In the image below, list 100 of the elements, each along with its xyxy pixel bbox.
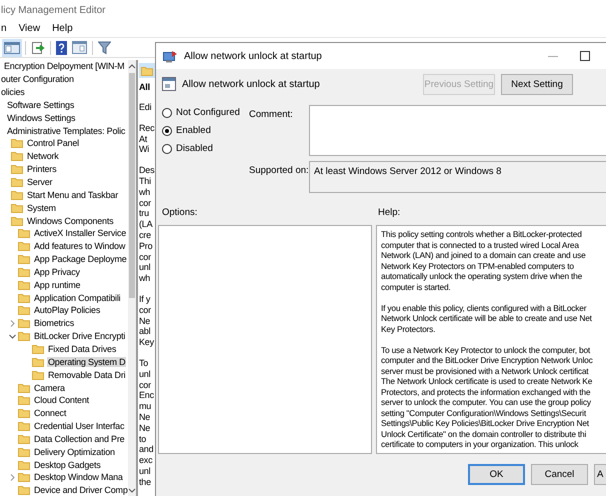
help-text: To use a Network Key Protector to unlock the computer, bot computer and the BitLocker Drive Encryption Network Unloc server must be provisioned with a Network Unlock certificat The Network Unlock certificate is used to create Network Ke Protectors, and protects the information exchanged with the server to unlock the computer. You can use the group policy setting "Computer Configuration\Windows Settings\Securit Settings\Public Key Policies\BitLocker Drive Encryption Net Unlock Certificate" on the domain controller to distribute thi certificate to computers in your organization. This unlock bbox=[381, 344, 594, 450]
tree-item[interactable]: Desktop Window Mana bbox=[0, 471, 124, 484]
folder-icon bbox=[18, 460, 30, 470]
console-tree-icon[interactable] bbox=[4, 40, 20, 54]
tree-item[interactable]: BitLocker Drive Encrypti bbox=[0, 330, 126, 343]
folder-icon bbox=[18, 228, 30, 238]
menu-item[interactable]: n bbox=[1, 23, 7, 34]
folder-icon bbox=[11, 164, 23, 174]
description-text: Des Thi wh cor tru (LA cre Pro cor unl wh bbox=[139, 165, 156, 284]
tree-item[interactable]: outer Configuration bbox=[0, 72, 75, 86]
dialog-button[interactable]: A bbox=[594, 464, 606, 485]
folder-icon bbox=[18, 280, 30, 290]
folder-icon bbox=[18, 408, 30, 418]
tree-item[interactable]: Printers bbox=[0, 162, 58, 176]
setting-icon bbox=[162, 77, 176, 91]
tree-item[interactable]: Software Settings bbox=[0, 98, 76, 112]
tree-item[interactable]: Administrative Templates: Polic bbox=[0, 124, 126, 138]
supported-label: Supported on: bbox=[249, 164, 309, 178]
tree-item[interactable]: System bbox=[0, 201, 57, 214]
dialog-button[interactable]: OK bbox=[468, 464, 525, 485]
window-title: licy Management Editor bbox=[0, 4, 106, 18]
policy-icon bbox=[163, 50, 178, 62]
tree-item[interactable]: Credential User Interfac bbox=[0, 420, 126, 432]
tree-item[interactable]: App Privacy bbox=[0, 266, 81, 278]
setting-name: Allow network unlock at startup bbox=[182, 78, 320, 90]
scrollbar[interactable] bbox=[128, 60, 136, 496]
dialog-button[interactable]: Cancel bbox=[531, 464, 588, 485]
nav-button[interactable]: Next Setting bbox=[501, 74, 573, 94]
folder-icon bbox=[18, 395, 30, 406]
folder-icon bbox=[11, 202, 23, 213]
tree-item[interactable]: Application Compatibili bbox=[0, 291, 122, 304]
folder-icon bbox=[11, 216, 23, 226]
description-text: To unl cor Enc mu Ne Ne to and exc unl the bbox=[139, 358, 155, 488]
folder-icon bbox=[32, 370, 44, 380]
folder-icon bbox=[18, 382, 30, 393]
tree-item[interactable]: Server bbox=[0, 176, 54, 188]
tree-item[interactable]: Cloud Content bbox=[0, 394, 90, 407]
tree-item[interactable]: Camera bbox=[0, 381, 66, 394]
export-icon[interactable] bbox=[31, 40, 45, 54]
tree-item[interactable]: Windows Settings bbox=[0, 111, 76, 124]
tree-item[interactable]: Network bbox=[0, 150, 60, 163]
comment-label: Comment: bbox=[249, 108, 294, 122]
tree-item[interactable]: olicies bbox=[0, 86, 26, 99]
chevron-icon[interactable] bbox=[9, 332, 16, 340]
scroll-up-icon[interactable] bbox=[128, 63, 136, 69]
radio-button[interactable] bbox=[162, 144, 172, 154]
tree-item[interactable]: Device and Driver Comp bbox=[0, 484, 128, 496]
maximize-icon[interactable] bbox=[580, 51, 590, 61]
folder-icon bbox=[18, 472, 30, 482]
tree-item[interactable]: Desktop Gadgets bbox=[0, 458, 102, 471]
help-text: If you enable this policy, clients configured with a BitLocker Network Unlock certificate will be able to create and use Net Key Protectors. bbox=[381, 302, 593, 334]
radio-label: Not Configured bbox=[176, 107, 240, 118]
folder-icon bbox=[32, 356, 44, 367]
folder-icon bbox=[11, 151, 23, 162]
radio-option[interactable]: Not Configured bbox=[162, 107, 249, 118]
folder-icon bbox=[18, 421, 30, 432]
description-text: Rec At Wi bbox=[139, 122, 156, 156]
tree-item[interactable]: Add features to Window bbox=[0, 240, 126, 253]
folder-icon bbox=[32, 344, 44, 354]
tree-item[interactable]: Windows Components bbox=[0, 214, 114, 227]
description-text: If y cor Ne abl Key bbox=[139, 294, 155, 348]
tree-item[interactable]: Encryption Delpoyment [WIN-M bbox=[0, 60, 126, 73]
tree-item[interactable]: Removable Data Dri bbox=[0, 368, 126, 382]
tree-item[interactable]: Biometrics bbox=[0, 316, 76, 330]
help-icon[interactable] bbox=[56, 40, 67, 54]
tree-item[interactable]: Connect bbox=[0, 406, 68, 420]
folder-icon bbox=[18, 266, 30, 277]
tree-item[interactable]: Delivery Optimization bbox=[0, 445, 116, 458]
pane-icon[interactable] bbox=[72, 41, 87, 54]
radio-option[interactable]: Enabled bbox=[162, 125, 249, 136]
filter-icon[interactable] bbox=[98, 40, 111, 54]
folder-icon bbox=[18, 318, 30, 328]
radio-option[interactable]: Disabled bbox=[162, 143, 249, 154]
radio-label: Disabled bbox=[176, 143, 213, 154]
tree-item[interactable]: ActiveX Installer Service bbox=[0, 226, 128, 240]
menu-item[interactable]: Help bbox=[52, 23, 73, 34]
scroll-down-icon[interactable] bbox=[128, 488, 136, 494]
tree-item[interactable]: AutoPlay Policies bbox=[0, 304, 102, 317]
help-label: Help: bbox=[377, 206, 402, 220]
radio-button[interactable] bbox=[162, 108, 172, 118]
tree-item[interactable]: Operating System D bbox=[0, 355, 126, 368]
policy-title: All bbox=[139, 82, 151, 92]
menu-item[interactable]: View bbox=[18, 23, 40, 34]
options-label: Options: bbox=[161, 206, 198, 220]
tree-item[interactable]: Fixed Data Drives bbox=[0, 342, 118, 356]
radio-button[interactable] bbox=[162, 126, 172, 136]
tree-item[interactable]: Control Panel bbox=[0, 137, 80, 150]
tree-item[interactable]: App Package Deployme bbox=[0, 252, 128, 266]
folder-icon bbox=[18, 241, 30, 252]
tree-item[interactable]: App runtime bbox=[0, 278, 82, 292]
radio-label: Enabled bbox=[176, 125, 211, 136]
supported-on-value: At least Windows Server 2012 or Windows 8 bbox=[309, 161, 606, 193]
comment-field[interactable] bbox=[309, 105, 606, 156]
folder-icon bbox=[11, 177, 23, 188]
tree-item[interactable]: Start Menu and Taskbar bbox=[0, 188, 119, 202]
tree-item[interactable]: Data Collection and Pre bbox=[0, 432, 126, 446]
folder-icon bbox=[18, 331, 30, 342]
description-text: Edi bbox=[139, 102, 152, 113]
dialog-title: Allow network unlock at startup bbox=[184, 50, 322, 62]
folder-icon bbox=[18, 446, 30, 457]
